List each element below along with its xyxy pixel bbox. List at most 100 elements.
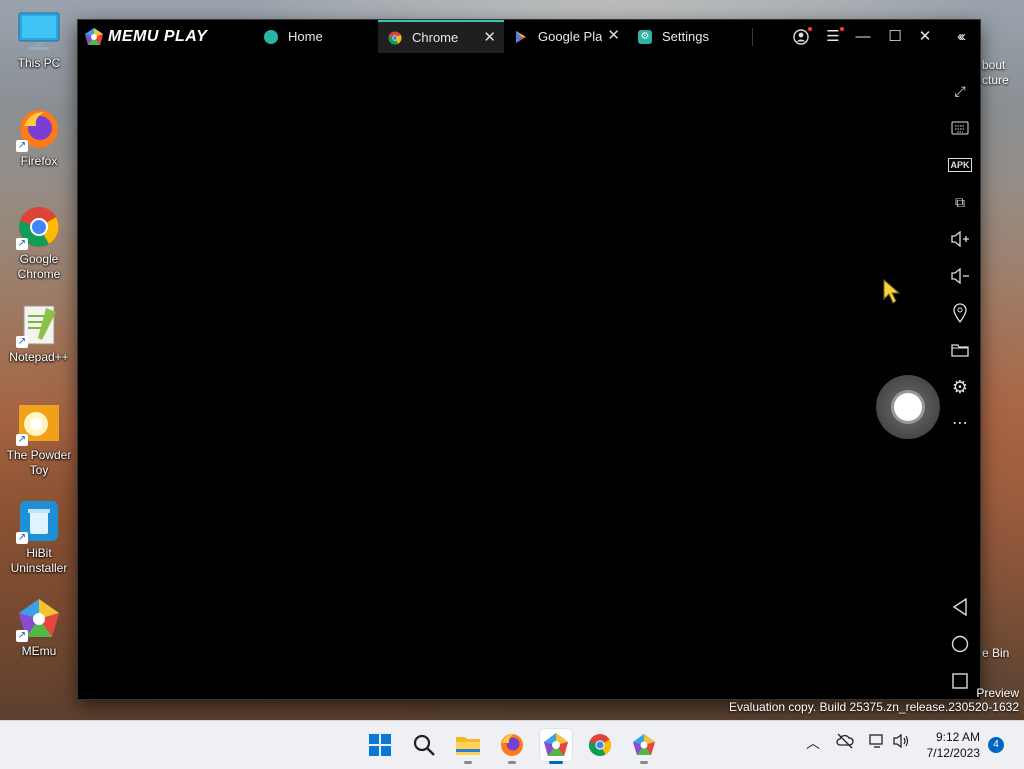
floating-assist-button[interactable] [876, 375, 940, 439]
memu-taskbar-button[interactable] [540, 729, 572, 764]
start-icon [369, 734, 391, 756]
tab-home[interactable]: Home [254, 20, 378, 53]
clock-time: 9:12 AM [935, 730, 980, 744]
memu-icon [544, 733, 568, 756]
this-pc-label: This PC [17, 56, 61, 70]
volume-up-icon[interactable] [948, 227, 972, 251]
start-button[interactable] [364, 729, 396, 761]
firefox-icon [501, 734, 523, 756]
tray-overflow-icon[interactable]: ︿ [806, 733, 820, 753]
tab-google-play-label: Google Play [538, 29, 602, 44]
taskbar: ︿ 9:12 AM 7/12/2023 4 [0, 720, 1024, 769]
shortcut-arrow-icon: ↗ [16, 238, 28, 250]
memu-logo-icon [85, 28, 103, 45]
tab-home-label: Home [288, 29, 323, 44]
notepadpp-desktop-icon[interactable]: ↗ Notepad++ [4, 302, 74, 365]
shortcut-arrow-icon: ↗ [16, 630, 28, 642]
shortcut-arrow-icon: ↗ [16, 336, 28, 348]
memu-icon: ↗ [16, 596, 62, 642]
logo-text: MEMU PLAY [108, 28, 208, 45]
evaluation-watermark: Evaluation copy. Build 25375.zn_release.… [729, 700, 1019, 714]
tab-google-play[interactable]: Google Play ✕ [504, 20, 628, 53]
hibit-icon: ↗ [16, 498, 62, 544]
memu-window: MEMU PLAY Home Chrome ✕ Google Play ✕ ⚙ … [78, 20, 980, 699]
chrome-icon [588, 734, 611, 757]
search-button[interactable] [408, 729, 440, 761]
gear-icon[interactable]: ⚙ [948, 375, 972, 399]
firefox-icon: ↗ [16, 106, 62, 152]
recents-icon[interactable] [948, 669, 972, 693]
close-tab-icon[interactable]: ✕ [483, 30, 496, 45]
active-indicator [549, 761, 563, 764]
memu-label: MEmu [21, 644, 57, 658]
shortcut-arrow-icon: ↗ [16, 532, 28, 544]
this-pc-icon[interactable]: This PC [4, 8, 74, 71]
clock-date: 7/12/2023 [926, 746, 980, 760]
close-tab-icon[interactable]: ✕ [607, 28, 620, 43]
back-icon[interactable] [948, 595, 972, 619]
hibit-label: HiBit Uninstaller [10, 546, 68, 575]
powder-toy-label: The Powder Toy [6, 448, 72, 477]
multi-window-icon[interactable]: ⧉ [948, 190, 972, 214]
settings-icon: ⚙ [638, 29, 652, 44]
apk-label: APK [948, 158, 972, 172]
chrome-taskbar-button[interactable] [584, 729, 616, 761]
memu-multi-icon [633, 734, 655, 755]
partial-label-picture: cture [982, 73, 1009, 87]
running-indicator [508, 761, 516, 764]
running-indicator [640, 761, 648, 764]
memu-logo: MEMU PLAY [84, 26, 207, 48]
collapse-sidebar-icon[interactable]: ‹‹‹ [948, 26, 972, 48]
powder-toy-icon: ↗ [16, 400, 62, 446]
folder-icon[interactable] [948, 338, 972, 362]
home-circle-icon[interactable] [948, 632, 972, 656]
google-play-icon [516, 30, 526, 43]
chrome-icon: ↗ [16, 204, 62, 250]
clock[interactable]: 9:12 AM 7/12/2023 [927, 729, 980, 761]
tab-settings-label: Settings [662, 29, 709, 44]
file-explorer-icon [456, 737, 480, 755]
firefox-taskbar-button[interactable] [496, 729, 528, 764]
firefox-desktop-icon[interactable]: ↗ Firefox [4, 106, 74, 169]
close-icon[interactable]: ✕ [914, 26, 936, 48]
apk-icon[interactable]: APK [948, 153, 972, 177]
minimize-icon[interactable]: — [852, 26, 874, 48]
chrome-label: Google Chrome [17, 252, 61, 281]
powder-toy-desktop-icon[interactable]: ↗ The Powder Toy [4, 400, 74, 478]
memu-desktop-icon[interactable]: ↗ MEmu [4, 596, 74, 659]
cloud-offline-icon[interactable] [836, 733, 854, 752]
tab-chrome-label: Chrome [412, 30, 459, 45]
running-indicator [464, 761, 472, 764]
search-icon [413, 734, 435, 756]
memu-home-icon [264, 29, 278, 44]
volume-icon[interactable] [892, 733, 910, 752]
partial-label-recycle: e Bin [982, 646, 1010, 660]
chrome-desktop-icon[interactable]: ↗ Google Chrome [4, 204, 74, 282]
notification-dot [808, 27, 812, 31]
title-bar[interactable]: MEMU PLAY Home Chrome ✕ Google Play ✕ ⚙ … [78, 20, 980, 53]
right-toolbar: ⤢ APK ⧉ ⚙ ⋯ [940, 53, 980, 699]
firefox-label: Firefox [20, 154, 58, 168]
memu-multi-taskbar-button[interactable] [628, 729, 660, 764]
shortcut-arrow-icon: ↗ [16, 140, 28, 152]
notepadpp-icon: ↗ [16, 302, 62, 348]
android-screen[interactable] [78, 53, 940, 699]
network-icon[interactable] [868, 733, 886, 752]
fullscreen-icon[interactable]: ⤢ [948, 79, 972, 103]
volume-down-icon[interactable] [948, 264, 972, 288]
location-icon[interactable] [948, 301, 972, 325]
notification-dot [840, 27, 844, 31]
maximize-icon[interactable]: ☐ [884, 26, 906, 48]
tab-separator [752, 28, 753, 46]
more-icon[interactable]: ⋯ [948, 412, 972, 436]
assist-circle-icon [894, 393, 922, 421]
file-explorer-button[interactable] [452, 729, 484, 764]
keyboard-icon[interactable] [948, 116, 972, 140]
chrome-icon [388, 31, 402, 45]
tab-chrome[interactable]: Chrome ✕ [378, 20, 504, 53]
notification-badge[interactable]: 4 [988, 737, 1004, 753]
shortcut-arrow-icon: ↗ [16, 434, 28, 446]
hibit-desktop-icon[interactable]: ↗ HiBit Uninstaller [4, 498, 74, 576]
tab-settings[interactable]: ⚙ Settings [628, 20, 752, 53]
monitor-icon [16, 8, 62, 54]
